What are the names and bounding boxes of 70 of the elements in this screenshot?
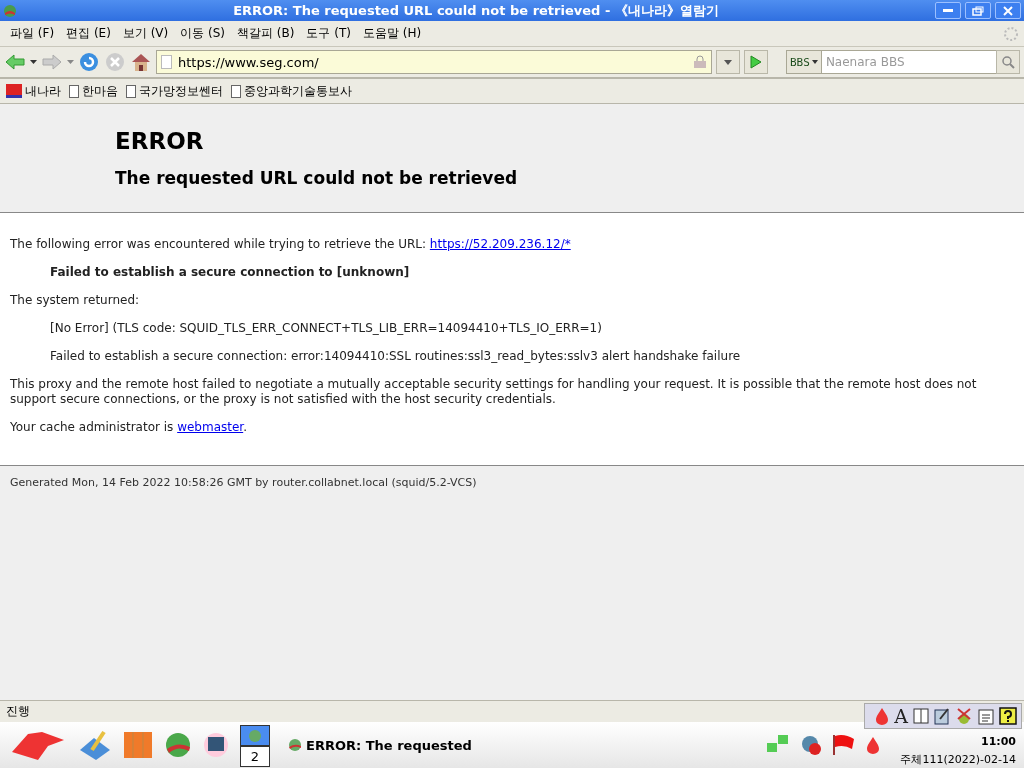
admin-text: Your cache administrator is webmaster. <box>10 420 249 435</box>
restore-icon <box>972 5 984 16</box>
dropdown-icon[interactable] <box>30 59 37 65</box>
media-icon[interactable] <box>202 731 230 759</box>
notepad-pencil-icon[interactable] <box>78 730 112 760</box>
search-engine-button[interactable]: BBS <box>786 50 822 74</box>
caret-icon <box>811 60 818 64</box>
panel-icon[interactable] <box>913 708 929 724</box>
globe-icon <box>288 738 302 752</box>
globe-icon[interactable] <box>164 731 192 759</box>
menu-item[interactable]: 편집 (E) <box>60 25 117 42</box>
search-icon[interactable] <box>1001 55 1015 69</box>
error-subheading: The requested URL could not be retrieved <box>115 168 519 188</box>
detail-text: [No Error] (TLS code: SQUID_TLS_ERR_CONNECT+TLS_LIB_ERR=14094410+TLS_IO_ERR=1) <box>49 321 603 336</box>
clipboard-icon[interactable] <box>978 707 994 725</box>
home-icon[interactable] <box>130 51 152 73</box>
desktop-button[interactable]: 2 <box>240 746 270 767</box>
minimize-button[interactable] <box>935 2 961 19</box>
webmaster-link[interactable]: webmaster <box>177 420 244 434</box>
dropdown-button[interactable] <box>716 50 740 74</box>
lock-icon <box>693 55 707 69</box>
bookmark-item[interactable]: 국가망정보쎈터 <box>126 82 223 100</box>
page-icon <box>161 55 172 69</box>
close-icon <box>1003 5 1013 16</box>
go-button[interactable] <box>744 50 768 74</box>
binders-icon[interactable] <box>122 730 154 760</box>
font-button[interactable]: A <box>894 705 908 727</box>
bookmark-item[interactable]: 내나라 <box>6 82 61 100</box>
window-title: ERROR: The requested URL could not be retrieved - 《내나라》열람기 <box>232 1 720 20</box>
notepad-icon[interactable] <box>934 707 950 725</box>
clock-text: 11:00 <box>981 735 1016 748</box>
menu-item[interactable]: 도움말 (H) <box>357 25 428 42</box>
task-button[interactable]: ERROR: The requested <box>288 737 488 753</box>
page-icon <box>69 84 79 98</box>
explanation-text: This proxy and the remote host failed to negotiate a mutually acceptable security settings for handling your request. It is possible that the remote host does not support secure connections, or the proxy is not satisfied with the host security credentials. <box>10 377 978 407</box>
flag-icon[interactable] <box>832 734 857 756</box>
muted-speaker-icon[interactable] <box>800 734 823 756</box>
error-heading: ERROR <box>115 128 205 154</box>
error-message: Failed to establish a secure connection to [unknown] <box>49 265 411 280</box>
logo-icon <box>6 84 22 98</box>
desktop-one-button[interactable] <box>240 725 270 746</box>
tools-icon[interactable] <box>955 707 973 725</box>
minimize-icon <box>943 8 953 13</box>
url-link[interactable]: https://52.209.236.12/* <box>429 237 571 251</box>
address-field[interactable]: https://www.seg.com/ <box>156 50 712 74</box>
close-button[interactable] <box>995 2 1021 19</box>
page-icon <box>231 84 241 98</box>
menu-item[interactable]: 도구 (T) <box>300 25 357 42</box>
search-field[interactable]: Naenara BBS <box>821 50 996 74</box>
globe-icon <box>248 728 262 743</box>
globe-icon <box>3 3 17 18</box>
detail-text: Failed to establish a secure connection: error:14094410:SSL routines:ssl3_read_bytes:sslv3 alert handshake failure <box>49 349 742 364</box>
reload-icon[interactable] <box>78 51 100 73</box>
bookmark-item[interactable]: 중앙과학기술통보사 <box>231 82 352 100</box>
date-text: 주체111(2022)-02-14 <box>900 752 1016 767</box>
menu-item[interactable]: 이동 (S) <box>174 25 232 42</box>
bookmark-item[interactable]: 한마음 <box>69 82 118 100</box>
status-text: 진행 <box>6 703 30 720</box>
menu-item[interactable]: 파일 (F) <box>4 25 61 42</box>
play-icon <box>750 55 762 69</box>
footer-text: Generated Mon, 14 Feb 2022 10:58:26 GMT by router.collabnet.local (squid/5.2-VCS) <box>9 475 478 491</box>
help-icon[interactable] <box>999 707 1017 725</box>
maximize-button[interactable] <box>965 2 991 19</box>
system-returned-text: The system returned: <box>10 293 141 308</box>
throbber-icon <box>1002 24 1020 43</box>
intro-text: The following error was encountered while trying to retrieve the URL: https://52.209.236.12/* <box>10 237 572 252</box>
caret-icon <box>724 59 732 65</box>
menu-item[interactable]: 보기 (V) <box>116 25 175 42</box>
menu-item[interactable]: 책갈피 (B) <box>231 25 301 42</box>
page-icon <box>126 84 136 98</box>
